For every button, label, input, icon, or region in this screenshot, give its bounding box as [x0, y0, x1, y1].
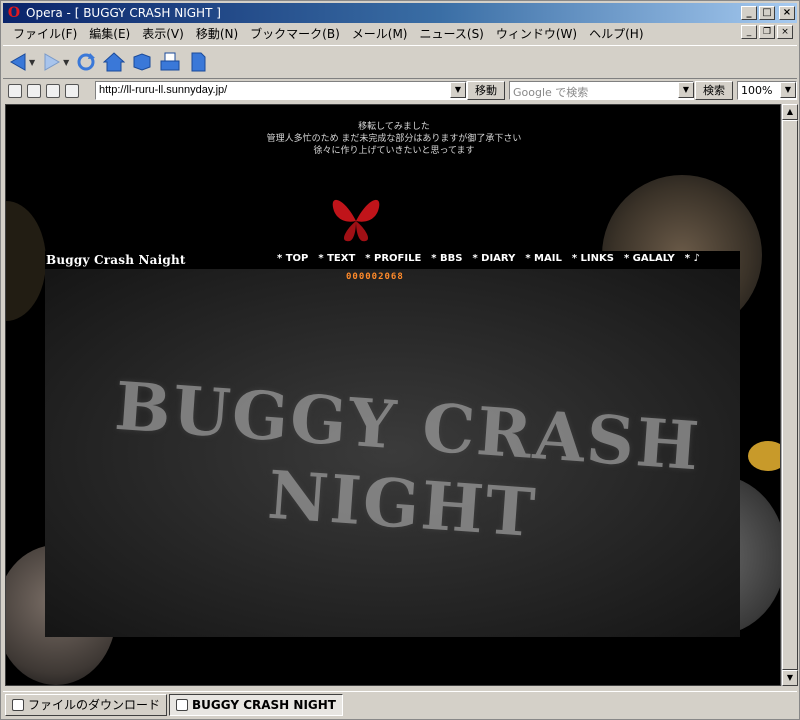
nav-music-link[interactable]: * ♪ [685, 253, 700, 264]
banner-title: BUGGY CRASH NIGHT [112, 366, 704, 553]
notice-text: 移転してみました 管理人多忙のため まだ未完成な部分はありますが御了承下さい 徐… [6, 121, 780, 157]
vertical-scrollbar[interactable]: ▲ ▼ [781, 104, 798, 686]
search-input[interactable]: Google で検索 [509, 81, 694, 100]
nav-links-link[interactable]: * LINKS [572, 253, 614, 264]
status-bar: ファイルのダウンロード BUGGY CRASH NIGHT [3, 691, 797, 717]
go-button[interactable]: 移動 [467, 81, 505, 100]
back-button[interactable] [7, 51, 29, 73]
nav-galaly-link[interactable]: * GALALY [624, 253, 675, 264]
menu-help[interactable]: ヘルプ(H) [583, 25, 649, 42]
back-history-dropdown[interactable]: ▼ [29, 58, 35, 67]
reload-icon [77, 53, 96, 71]
bookmark-button[interactable] [131, 51, 153, 73]
page-tab[interactable]: BUGGY CRASH NIGHT [169, 693, 343, 716]
nav-diary-link[interactable]: * DIARY [472, 253, 515, 264]
window-title: Opera - [ BUGGY CRASH NIGHT ] [26, 6, 221, 20]
print-icon [160, 52, 180, 71]
menu-edit[interactable]: 編集(E) [83, 25, 136, 42]
page-tab-label: BUGGY CRASH NIGHT [192, 697, 336, 712]
nav-bbs-link[interactable]: * BBS [431, 253, 462, 264]
title-bar: O Opera - [ BUGGY CRASH NIGHT ] _ □ × [3, 3, 797, 23]
maximize-button[interactable]: □ [759, 6, 775, 20]
forward-arrow-icon [44, 53, 61, 71]
menu-bar: ファイル(F) 編集(E) 表示(V) 移動(N) ブックマーク(B) メール(… [3, 23, 797, 43]
search-button[interactable]: 検索 [695, 81, 733, 100]
menu-window[interactable]: ウィンドウ(W) [490, 25, 583, 42]
zoom-dropdown[interactable]: ▼ [780, 82, 796, 98]
left-decoration [6, 201, 46, 321]
new-page-button[interactable] [187, 51, 209, 73]
menu-mail[interactable]: メール(M) [346, 25, 414, 42]
home-icon [103, 52, 126, 72]
bookmarks-icon [133, 53, 151, 71]
print-button[interactable] [159, 51, 181, 73]
minimize-button[interactable]: _ [741, 6, 757, 20]
menu-file[interactable]: ファイル(F) [7, 25, 83, 42]
new-page-icon [191, 52, 206, 72]
page-icon [176, 698, 189, 711]
page-restore-button[interactable]: ❐ [759, 25, 775, 39]
site-title: Buggy Crash Naight [46, 253, 186, 267]
forward-history-dropdown[interactable]: ▼ [63, 58, 69, 67]
notice-line: 移転してみました [358, 122, 430, 132]
menu-navigate[interactable]: 移動(N) [190, 25, 244, 42]
address-bar: http://ll-ruru-ll.sunnyday.jp/ ▼ 移動 Goog… [3, 80, 797, 102]
nav-top-link[interactable]: * TOP [277, 253, 308, 264]
close-button[interactable]: × [779, 6, 795, 20]
page-close-button[interactable]: × [777, 25, 793, 39]
nav-profile-link[interactable]: * PROFILE [365, 253, 421, 264]
address-input[interactable]: http://ll-ruru-ll.sunnyday.jp/ [95, 81, 467, 100]
printer-icon[interactable] [65, 84, 79, 98]
address-dropdown[interactable]: ▼ [450, 82, 466, 98]
scroll-up-button[interactable]: ▲ [782, 104, 798, 120]
notice-line: 管理人多忙のため まだ未完成な部分はありますが御了承下さい [266, 134, 522, 144]
reload-button[interactable] [75, 51, 97, 73]
yellow-blob-decoration [748, 441, 780, 471]
site-header: Buggy Crash Naight * TOP * TEXT * PROFIL… [45, 251, 740, 269]
download-icon [12, 698, 24, 711]
page-viewport: 移転してみました 管理人多忙のため まだ未完成な部分はありますが御了承下さい 徐… [5, 104, 781, 686]
menu-bookmarks[interactable]: ブックマーク(B) [244, 25, 346, 42]
site-nav: * TOP * TEXT * PROFILE * BBS * DIARY * M… [277, 253, 710, 264]
scroll-down-button[interactable]: ▼ [782, 670, 798, 686]
nav-text-link[interactable]: * TEXT [318, 253, 355, 264]
toolbar: ▼ ▼ [3, 45, 797, 79]
nav-mail-link[interactable]: * MAIL [525, 253, 562, 264]
page-info-icon[interactable] [46, 84, 60, 98]
banner-image: BUGGY CRASH NIGHT [45, 267, 740, 637]
search-engine-dropdown[interactable]: ▼ [678, 82, 694, 98]
opera-logo-icon: O [7, 5, 21, 21]
forward-button[interactable] [41, 51, 63, 73]
menu-news[interactable]: ニュース(S) [413, 25, 489, 42]
butterfly-image [332, 199, 380, 242]
camera-icon[interactable] [27, 84, 41, 98]
downloads-label: ファイルのダウンロード [28, 698, 161, 712]
page-minimize-button[interactable]: _ [741, 25, 757, 39]
security-icon[interactable] [8, 84, 22, 98]
scroll-thumb[interactable] [782, 120, 798, 670]
browser-window: O Opera - [ BUGGY CRASH NIGHT ] _ □ × ファ… [0, 0, 800, 720]
back-arrow-icon [9, 53, 26, 71]
visitor-counter: 000002068 [346, 272, 404, 282]
notice-line: 徐々に作り上げていきたいと思ってます [313, 146, 475, 156]
home-button[interactable] [103, 51, 126, 73]
menu-view[interactable]: 表示(V) [136, 25, 190, 42]
downloads-tab[interactable]: ファイルのダウンロード [5, 693, 168, 716]
